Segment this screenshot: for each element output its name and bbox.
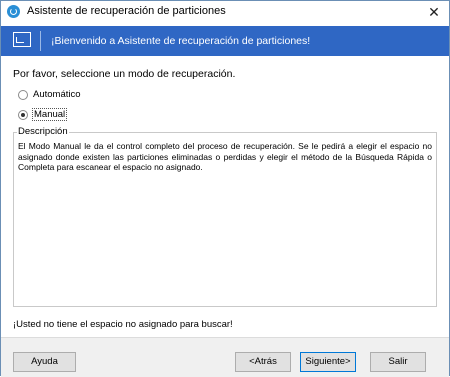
app-icon <box>7 5 20 18</box>
welcome-banner: ¡Bienvenido a Asistente de recuperación … <box>1 26 449 56</box>
description-text: El Modo Manual le da el control completo… <box>18 141 432 172</box>
exit-button[interactable]: Salir <box>370 352 426 372</box>
option-label-manual[interactable]: Manual <box>31 108 68 121</box>
status-notice: ¡Usted no tiene el espacio no asignado p… <box>13 319 233 330</box>
title-bar: Asistente de recuperación de particiones… <box>1 1 449 23</box>
window-title: Asistente de recuperación de particiones <box>27 5 226 17</box>
description-legend: Descripción <box>17 126 69 137</box>
close-button[interactable]: ✕ <box>419 1 449 23</box>
banner-divider <box>40 31 41 51</box>
option-label-automatic[interactable]: Automático <box>33 89 81 100</box>
partition-restore-icon <box>13 32 31 47</box>
mode-prompt: Por favor, seleccione un modo de recuper… <box>13 68 236 80</box>
next-button[interactable]: Siguiente> <box>300 352 356 372</box>
wizard-window: Asistente de recuperación de particiones… <box>0 0 450 377</box>
description-group: Descripción El Modo Manual le da el cont… <box>13 126 437 307</box>
help-button[interactable]: Ayuda <box>13 352 76 372</box>
banner-title: ¡Bienvenido a Asistente de recuperación … <box>51 35 311 47</box>
radio-manual[interactable] <box>18 110 28 120</box>
back-button[interactable]: <Atrás <box>235 352 291 372</box>
button-bar: Ayuda <Atrás Siguiente> Salir <box>1 337 449 377</box>
radio-automatic[interactable] <box>18 90 28 100</box>
